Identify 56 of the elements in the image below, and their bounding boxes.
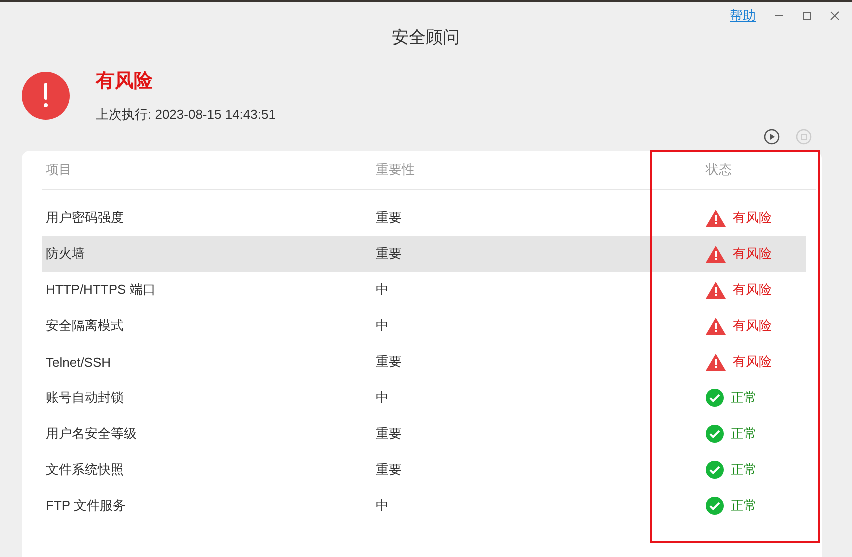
table-row[interactable]: Telnet/SSH 重要 有风险	[42, 344, 806, 380]
importance-text: 中	[376, 317, 390, 335]
check-circle-icon	[706, 389, 724, 407]
importance-text: 中	[376, 497, 390, 515]
item-name: 账号自动封锁	[46, 389, 125, 407]
table-row[interactable]: FTP 文件服务 中 正常	[42, 488, 806, 524]
table-row[interactable]: 用户名安全等级 重要 正常	[42, 416, 806, 452]
status-text: 正常	[731, 497, 757, 515]
status-title: 有风险	[96, 70, 154, 94]
window-title: 安全顾问	[391, 27, 461, 49]
item-name: 用户名安全等级	[46, 425, 138, 443]
check-circle-icon	[706, 461, 724, 479]
table-row[interactable]: 用户密码强度 重要 有风险	[42, 200, 806, 236]
item-name: 文件系统快照	[46, 461, 125, 479]
table-row[interactable]: 安全隔离模式 中 有风险	[42, 308, 806, 344]
warning-icon	[706, 210, 726, 226]
status-text: 有风险	[733, 281, 772, 299]
table-row[interactable]: HTTP/HTTPS 端口 中 有风险	[42, 272, 806, 308]
column-header: 状态	[706, 161, 733, 179]
table-row[interactable]: 文件系统快照 重要 正常	[42, 452, 806, 488]
item-name: 防火墙	[46, 245, 86, 263]
warning-icon	[706, 318, 726, 334]
importance-text: 中	[376, 389, 390, 407]
item-name: FTP 文件服务	[46, 497, 127, 515]
item-name: 用户密码强度	[46, 209, 125, 227]
check-circle-icon	[706, 425, 724, 443]
alert-icon	[22, 72, 70, 120]
importance-text: 中	[376, 281, 390, 299]
item-name: 安全隔离模式	[46, 317, 125, 335]
table-row[interactable]: 防火墙 重要 有风险	[42, 236, 806, 272]
importance-text: 重要	[376, 245, 403, 263]
close-icon[interactable]	[830, 11, 840, 21]
importance-text: 重要	[376, 425, 403, 443]
last-run-text: 上次执行: 2023-08-15 14:43:51	[96, 106, 276, 124]
play-icon[interactable]	[764, 129, 780, 145]
warning-icon	[706, 354, 726, 370]
maximize-icon[interactable]	[802, 11, 812, 21]
importance-text: 重要	[376, 209, 403, 227]
status-text: 正常	[731, 461, 757, 479]
status-text: 有风险	[733, 353, 772, 371]
status-text: 有风险	[733, 317, 772, 335]
column-header: 重要性	[376, 161, 416, 179]
help-link[interactable]: 帮助	[730, 7, 756, 25]
status-text: 有风险	[733, 245, 772, 263]
warning-icon	[706, 246, 726, 262]
column-header: 项目	[46, 161, 73, 179]
status-text: 有风险	[733, 209, 772, 227]
item-name: HTTP/HTTPS 端口	[46, 281, 157, 299]
importance-text: 重要	[376, 461, 403, 479]
item-name: Telnet/SSH	[46, 354, 112, 370]
table-row[interactable]: 账号自动封锁 中 正常	[42, 380, 806, 416]
status-text: 正常	[731, 389, 757, 407]
warning-icon	[706, 282, 726, 298]
status-text: 正常	[731, 425, 757, 443]
importance-text: 重要	[376, 353, 403, 371]
check-circle-icon	[706, 497, 724, 515]
